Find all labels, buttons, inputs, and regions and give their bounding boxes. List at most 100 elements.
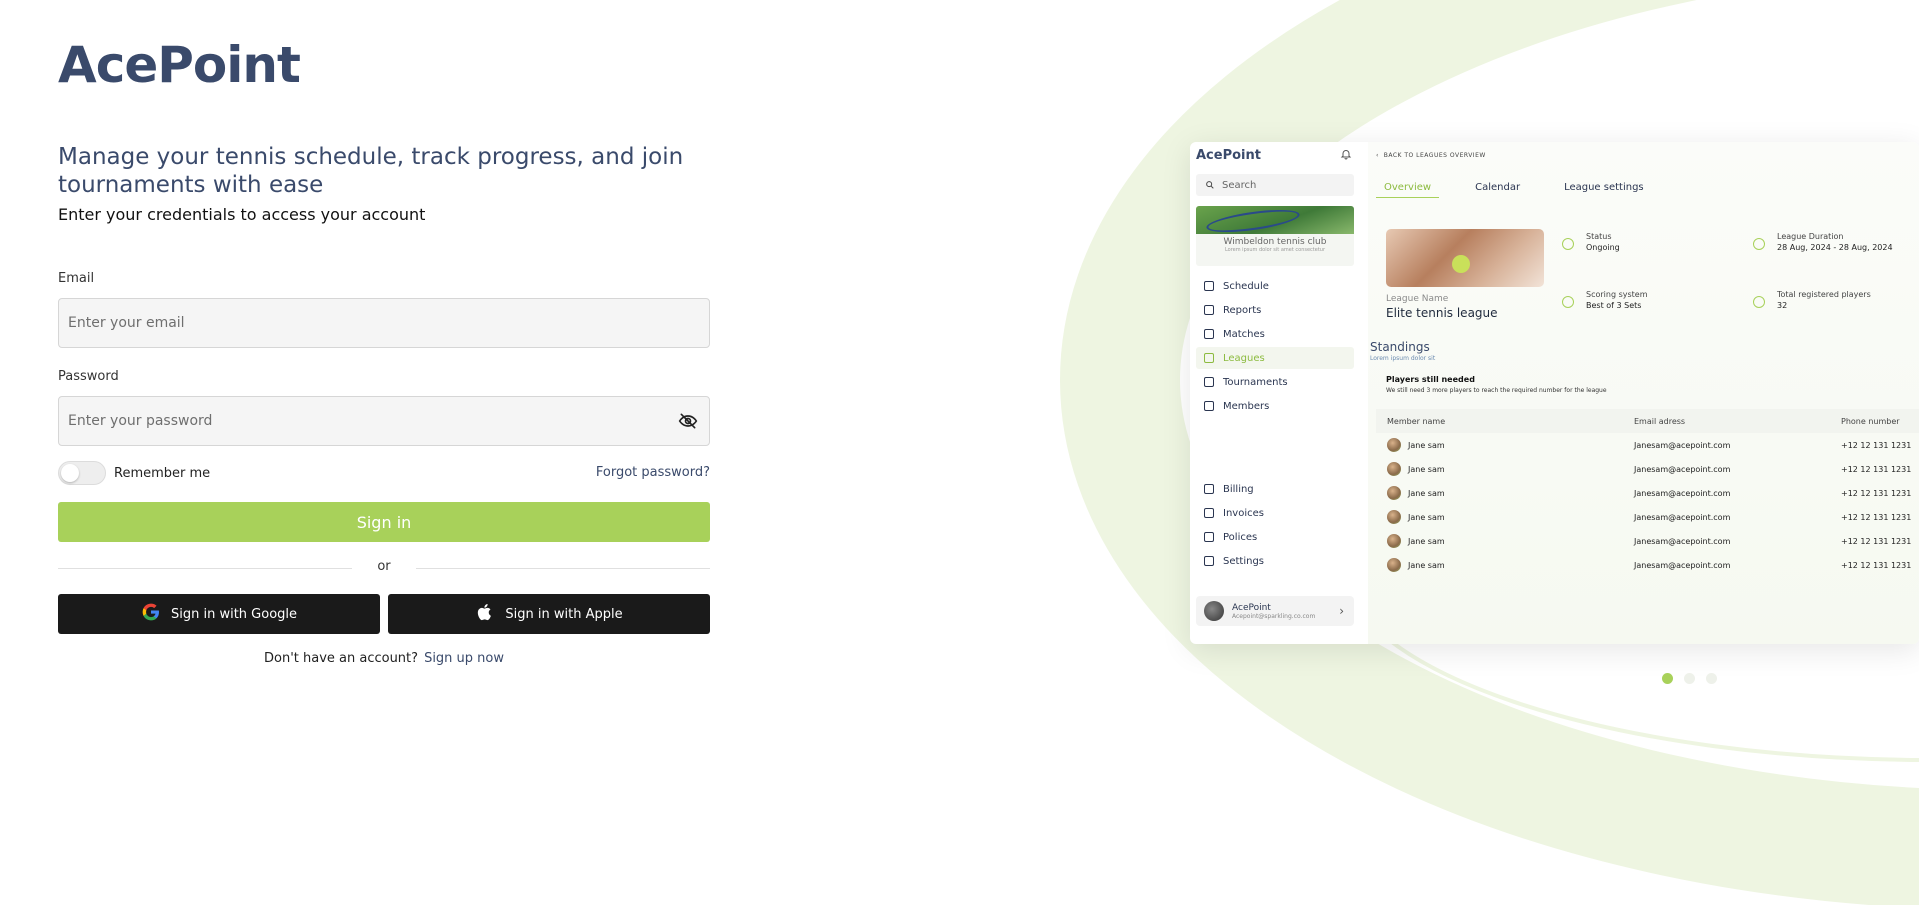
stat-label: Scoring system (1586, 290, 1648, 299)
or-divider: or (58, 558, 710, 578)
remember-me-label: Remember me (114, 465, 211, 481)
avatar (1204, 601, 1224, 621)
club-card: Wimbeldon tennis club Lorem ipsum dolor … (1196, 206, 1354, 266)
stat-scoring: Scoring system Best of 3 Sets (1562, 290, 1648, 310)
apple-icon (475, 602, 495, 626)
search-icon (1206, 181, 1214, 189)
member-phone: +12 12 131 1231 (1841, 441, 1912, 450)
nav-item-matches: Matches (1196, 323, 1354, 345)
nav-label: Leagues (1223, 352, 1265, 364)
table-row: Jane sam Janesam@acepoint.com +12 12 131 1… (1376, 553, 1919, 577)
carousel-dot-1[interactable] (1662, 673, 1673, 684)
carousel-dots (1662, 673, 1717, 684)
eye-off-icon[interactable] (678, 411, 698, 431)
nav-label: Polices (1223, 531, 1258, 543)
member-email: Janesam@acepoint.com (1634, 489, 1731, 498)
status-icon (1562, 238, 1574, 250)
tab-overview: Overview (1376, 182, 1440, 198)
players-needed-text: We still need 3 more players to reach th… (1386, 387, 1607, 394)
sign-in-button[interactable]: Sign in (58, 502, 710, 542)
stat-players: Total registered players 32 (1753, 290, 1871, 310)
stat-value: 32 (1777, 301, 1788, 310)
stat-label: League Duration (1777, 232, 1844, 241)
gear-icon (1204, 556, 1214, 566)
signup-row: Don't have an account? Sign up now (58, 651, 710, 666)
nav-item-leagues: Leagues (1196, 347, 1354, 369)
app-logo: AcePoint (58, 36, 301, 94)
standings-subtitle: Lorem ipsum dolor sit (1370, 355, 1436, 362)
member-name: Jane sam (1408, 441, 1445, 450)
bell-icon (1340, 148, 1352, 160)
email-input[interactable] (58, 298, 710, 348)
grid-icon (1204, 329, 1214, 339)
forgot-password-link[interactable]: Forgot password? (596, 465, 710, 480)
avatar (1387, 534, 1401, 548)
table-row: Jane sam Janesam@acepoint.com +12 12 131 1… (1376, 433, 1919, 457)
member-phone: +12 12 131 1231 (1841, 465, 1912, 474)
column-header: Member name (1387, 417, 1446, 426)
stat-duration: League Duration 28 Aug, 2024 - 28 Aug, 20… (1753, 232, 1893, 252)
user-icon (1204, 401, 1214, 411)
club-subtitle: Lorem ipsum dolor sit amet consectetur (1224, 247, 1326, 253)
no-account-text: Don't have an account? (263, 651, 419, 666)
calendar-icon (1204, 281, 1214, 291)
preview-logo: AcePoint (1196, 148, 1261, 163)
trophy-icon (1204, 377, 1214, 387)
help-icon (1204, 532, 1214, 542)
nav-label: Settings (1223, 555, 1265, 567)
member-phone: +12 12 131 1231 (1841, 489, 1912, 498)
league-image (1386, 229, 1544, 287)
member-name: Jane sam (1408, 513, 1445, 522)
headline: Manage your tennis schedule, track progr… (58, 144, 684, 198)
member-phone: +12 12 131 1231 (1841, 561, 1912, 570)
nav-label: Schedule (1223, 280, 1269, 292)
tab-calendar: Calendar (1475, 182, 1521, 193)
report-icon (1204, 305, 1214, 315)
google-sign-in-label: Sign in with Google (170, 606, 298, 622)
member-email: Janesam@acepoint.com (1634, 441, 1731, 450)
google-sign-in-button[interactable]: Sign in with Google (58, 594, 380, 634)
nav-label: Tournaments (1223, 376, 1288, 388)
club-image (1196, 206, 1354, 234)
member-phone: +12 12 131 1231 (1841, 513, 1912, 522)
nav-label: Reports (1223, 304, 1262, 316)
member-email: Janesam@acepoint.com (1634, 513, 1731, 522)
apple-sign-in-label: Sign in with Apple (505, 606, 623, 622)
preview-search-placeholder: Search (1222, 179, 1257, 191)
players-needed-title: Players still needed (1386, 375, 1475, 384)
nav-label: Members (1223, 400, 1270, 412)
stat-status: Status Ongoing (1562, 232, 1620, 252)
avatar (1387, 510, 1401, 524)
avatar (1387, 462, 1401, 476)
stat-label: Total registered players (1777, 290, 1871, 299)
table-header: Member name Email adress Phone number (1376, 409, 1919, 433)
table-row: Jane sam Janesam@acepoint.com +12 12 131 1… (1376, 481, 1919, 505)
app-preview: AcePoint Search Wimbeldon tennis club Lo… (1190, 142, 1919, 644)
nav-item-polices: Polices (1196, 526, 1354, 548)
preview-sidebar: AcePoint Search Wimbeldon tennis club Lo… (1190, 142, 1368, 644)
club-name: Wimbeldon tennis club (1223, 237, 1327, 247)
divider-line-right (416, 568, 710, 569)
carousel-dot-2[interactable] (1684, 673, 1695, 684)
member-phone: +12 12 131 1231 (1841, 537, 1912, 546)
apple-sign-in-button[interactable]: Sign in with Apple (388, 594, 710, 634)
nav-item-billing: Billing (1196, 478, 1354, 500)
member-name: Jane sam (1408, 561, 1445, 570)
stat-label: Status (1586, 232, 1612, 241)
carousel-dot-3[interactable] (1706, 673, 1717, 684)
member-name: Jane sam (1408, 537, 1445, 546)
tennis-ball-icon (1562, 296, 1574, 308)
column-header: Email adress (1634, 417, 1686, 426)
preview-tabs: Overview Calendar League settings (1376, 182, 1652, 198)
password-input[interactable] (58, 396, 710, 446)
remember-me-toggle[interactable] (58, 461, 106, 485)
sign-up-link[interactable]: Sign up now (424, 651, 504, 666)
back-link: ‹ BACK TO LEAGUES OVERVIEW (1376, 152, 1486, 159)
user-name: AcePoint (1232, 602, 1271, 613)
avatar (1387, 486, 1401, 500)
toggle-knob (61, 464, 79, 482)
stat-value: 28 Aug, 2024 - 28 Aug, 2024 (1777, 243, 1893, 252)
nav-item-invoices: Invoices (1196, 502, 1354, 524)
invoice-icon (1204, 508, 1214, 518)
preview-search: Search (1196, 174, 1354, 196)
